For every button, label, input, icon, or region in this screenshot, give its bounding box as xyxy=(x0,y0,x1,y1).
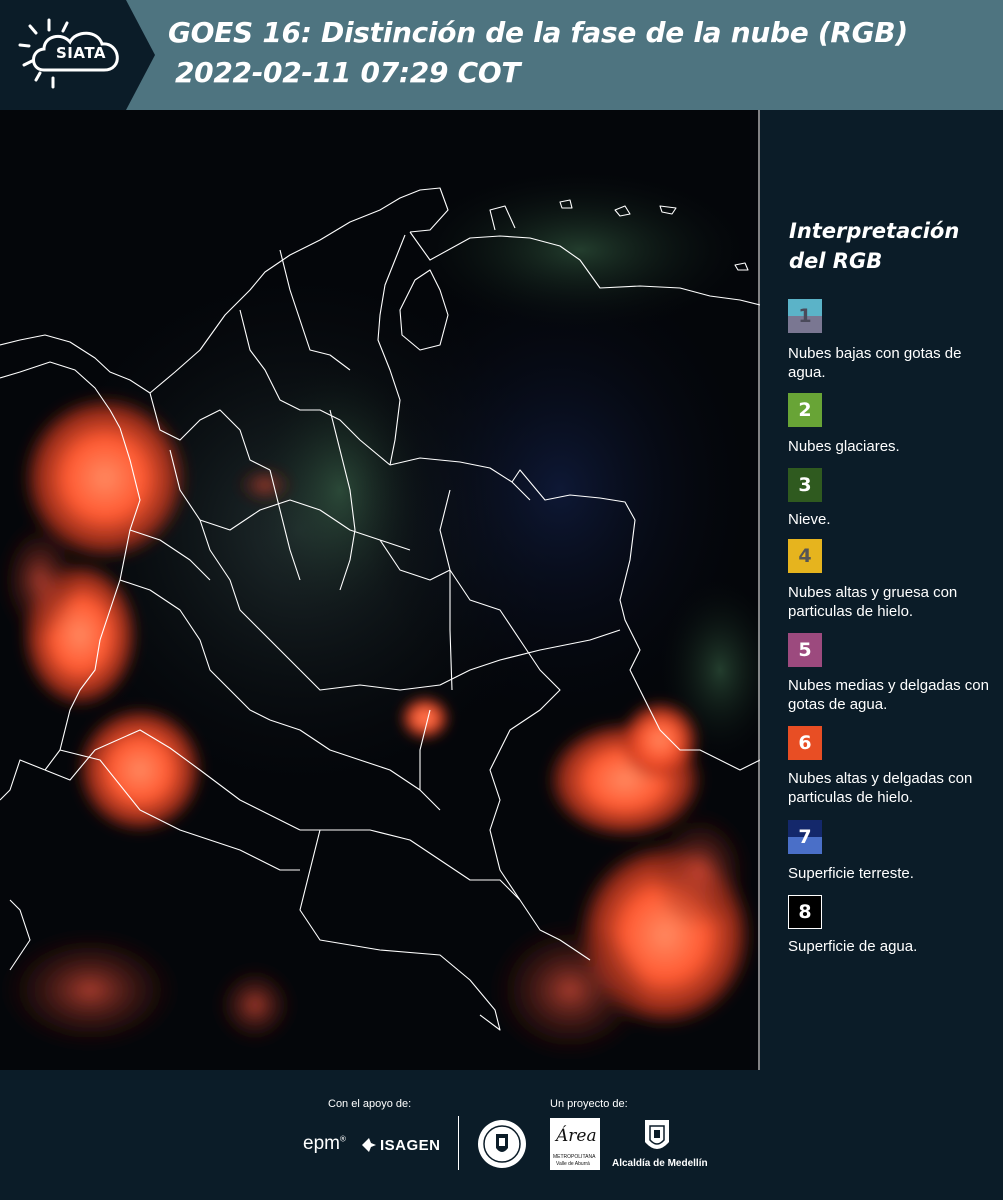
epm-registered-mark: ® xyxy=(339,1134,346,1144)
legend-number-6: 6 xyxy=(798,732,812,754)
footer-sponsors: Con el apoyo de: Un proyecto de: epm® IS… xyxy=(0,1070,1003,1200)
legend-number-7: 7 xyxy=(798,826,812,848)
legend-swatch-1: 1 xyxy=(788,299,822,333)
satellite-map xyxy=(0,110,760,1070)
alcaldia-shield-icon xyxy=(645,1120,669,1149)
epm-wordmark: epm xyxy=(303,1133,340,1154)
isagen-wordmark: ISAGEN xyxy=(380,1136,441,1154)
legend-swatch-2: 2 xyxy=(788,393,822,427)
medellin-seal-icon xyxy=(478,1120,526,1168)
legend-number-1: 1 xyxy=(798,305,812,327)
legend-label-3: Nieve. xyxy=(788,511,831,528)
page-timestamp: 2022-02-11 07:29 COT xyxy=(175,56,521,89)
brand-name: SIATA xyxy=(55,44,106,62)
area-logo-word: Área xyxy=(556,1126,597,1146)
legend-number-3: 3 xyxy=(798,474,812,496)
legend-label-7: Superficie terreste. xyxy=(788,865,914,882)
legend-label-8: Superficie de agua. xyxy=(788,938,918,955)
area-logo-sub2: Valle de Aburrá xyxy=(556,1161,590,1167)
legend-swatch-5: 5 xyxy=(788,633,822,667)
legend-swatch-8: 8 xyxy=(788,895,822,929)
isagen-icon xyxy=(362,1138,376,1152)
legend-number-8: 8 xyxy=(798,901,812,923)
legend-label-6: Nubes altas y delgadas con particulas de… xyxy=(788,770,973,806)
legend-swatch-7: 7 xyxy=(788,820,822,854)
legend-swatch-3: 3 xyxy=(788,468,822,502)
footer-divider xyxy=(458,1116,459,1170)
green-cloud-north xyxy=(410,170,750,330)
header-bar: SIATA GOES 16: Distinción de la fase de … xyxy=(0,0,1003,110)
epm-logo: epm® xyxy=(303,1133,346,1155)
alcaldia-label: Alcaldía de Medellín xyxy=(612,1158,708,1169)
project-caption: Un proyecto de: xyxy=(550,1098,628,1110)
support-caption: Con el apoyo de: xyxy=(328,1098,412,1110)
legend-swatch-4: 4 xyxy=(788,539,822,573)
legend-number-4: 4 xyxy=(798,545,812,567)
legend-number-2: 2 xyxy=(798,399,812,421)
legend-title: Interpretación del RGB xyxy=(789,219,960,273)
legend-number-5: 5 xyxy=(798,639,812,661)
legend-label-5: Nubes medias y delgadas con gotas de agu… xyxy=(788,677,989,713)
area-logo-sub1: METROPOLITANA xyxy=(553,1154,596,1160)
page-title: GOES 16: Distinción de la fase de la nub… xyxy=(168,16,908,49)
siata-logo: SIATA xyxy=(0,0,155,110)
legend-label-2: Nubes glaciares. xyxy=(788,438,900,455)
legend-panel: Interpretación del RGB 1 Nubes bajas con… xyxy=(760,110,1003,1070)
legend-swatch-6: 6 xyxy=(788,726,822,760)
legend-label-4: Nubes altas y gruesa con particulas de h… xyxy=(788,584,958,620)
isagen-logo: ISAGEN xyxy=(362,1133,441,1157)
map-canvas xyxy=(0,110,760,1070)
legend-label-1: Nubes bajas con gotas de agua. xyxy=(788,345,962,381)
